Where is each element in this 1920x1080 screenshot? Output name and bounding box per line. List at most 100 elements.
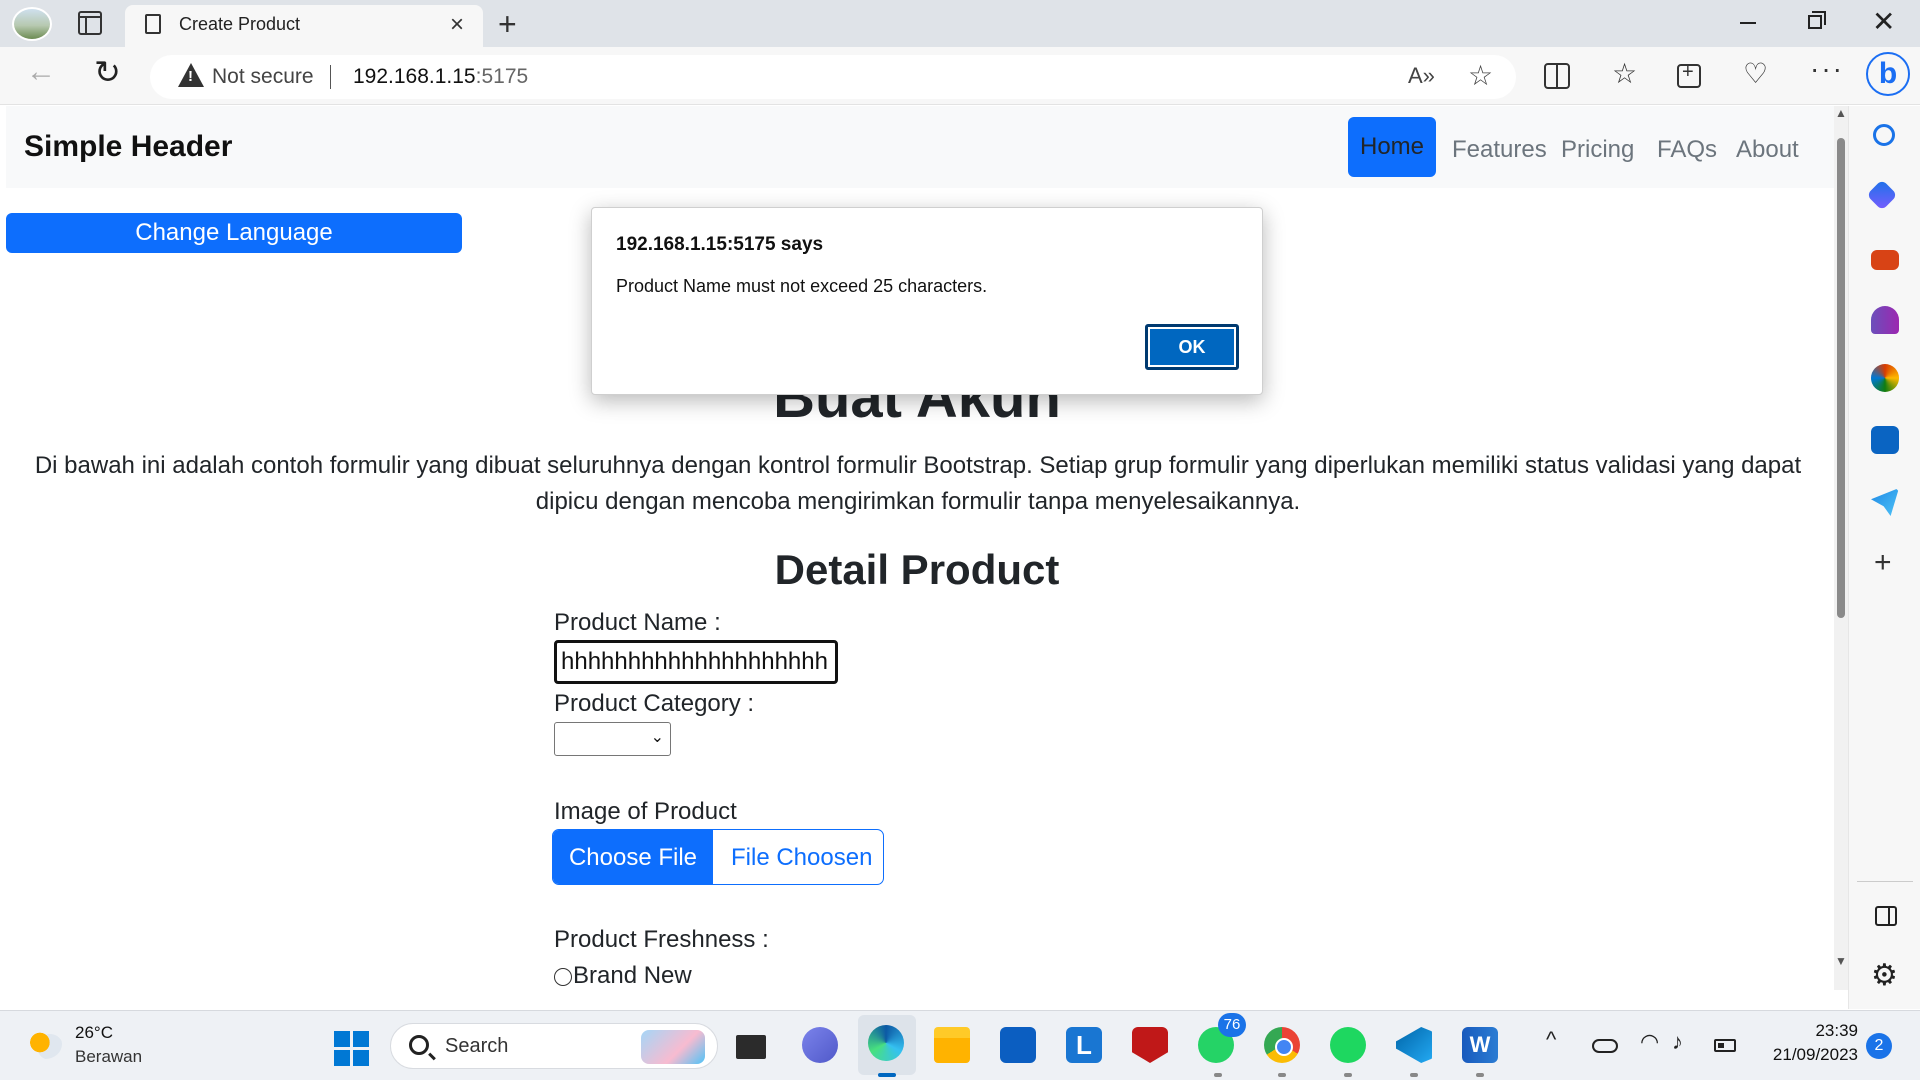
sidebar-tools-icon[interactable] [1871, 250, 1899, 270]
dialog-ok-button[interactable]: OK [1145, 324, 1239, 370]
whatsapp-running-indicator [1214, 1073, 1222, 1077]
url-text[interactable]: 192.168.1.15:5175 [353, 65, 528, 89]
start-icon[interactable] [334, 1031, 370, 1067]
hide-sidebar-icon[interactable] [1875, 906, 1897, 926]
freshness-label: Product Freshness : [554, 926, 769, 953]
restore-icon[interactable] [1808, 11, 1826, 29]
nav-features[interactable]: Features [1452, 136, 1547, 164]
radio-brand-new-label[interactable]: Brand New [573, 962, 692, 990]
whatsapp-badge: 76 [1218, 1013, 1246, 1037]
clock-date[interactable]: 21/09/2023 [1760, 1045, 1858, 1065]
sidebar-settings-icon[interactable]: ⚙ [1871, 958, 1898, 993]
split-screen-icon[interactable] [1544, 63, 1570, 89]
file-status: File Choosen [731, 844, 873, 871]
tab-title: Create Product [179, 14, 301, 34]
sidebar-shopping-icon[interactable] [1866, 179, 1898, 211]
browser-toolbar: ← ↻ Not secure 192.168.1.15:5175 A» ☆ ☆ … [0, 47, 1920, 105]
microsoft-store-icon[interactable] [1000, 1027, 1036, 1063]
back-icon[interactable]: ← [26, 55, 56, 89]
sidebar-search-icon[interactable] [1873, 124, 1895, 146]
edge-running-indicator [878, 1073, 896, 1077]
taskbar: 26°C Berawan Search L 76 W ^ ◠ ♪ 23:39 2… [0, 1010, 1920, 1080]
vscode-running-indicator [1410, 1073, 1418, 1077]
tab-actions-icon[interactable] [78, 11, 102, 35]
vertical-scroll-thumb[interactable] [1837, 138, 1845, 618]
url-port: :5175 [475, 65, 529, 88]
web-page: Simple Header Home Features Pricing FAQs… [0, 106, 1834, 990]
sidebar-office-icon[interactable] [1871, 364, 1899, 392]
nav-faqs[interactable]: FAQs [1657, 136, 1717, 164]
collections-icon[interactable] [1677, 62, 1701, 88]
alert-dialog: 192.168.1.15:5175 says Product Name must… [591, 207, 1263, 395]
battery-icon[interactable] [1714, 1039, 1736, 1052]
l-app-icon[interactable]: L [1066, 1027, 1102, 1063]
nav-home[interactable]: Home [1348, 117, 1436, 177]
address-divider [330, 65, 331, 89]
chevron-down-icon: ⌄ [650, 729, 664, 746]
add-favorite-icon[interactable]: ☆ [1468, 59, 1493, 92]
refresh-icon[interactable]: ↻ [94, 53, 121, 91]
weather-temperature[interactable]: 26°C [75, 1023, 113, 1043]
onedrive-icon[interactable] [1592, 1039, 1618, 1053]
file-input-group[interactable]: Choose File File Choosen [552, 829, 884, 885]
close-tab-icon[interactable]: × [450, 11, 464, 39]
not-secure-label[interactable]: Not secure [212, 65, 314, 89]
more-options-icon[interactable]: ··· [1810, 55, 1844, 83]
browser-tab[interactable]: Create Product × [125, 5, 483, 47]
bing-chat-icon[interactable]: b [1866, 52, 1910, 96]
nav-pricing[interactable]: Pricing [1561, 136, 1634, 164]
change-language-button[interactable]: Change Language [6, 213, 462, 253]
chat-app-icon[interactable] [802, 1027, 838, 1063]
sidebar-add-icon[interactable]: + [1874, 546, 1892, 580]
mcafee-icon[interactable] [1132, 1027, 1168, 1063]
scroll-down-icon[interactable]: ▼ [1835, 954, 1847, 968]
notification-badge[interactable]: 2 [1866, 1033, 1892, 1059]
wifi-icon[interactable]: ◠ [1640, 1029, 1659, 1055]
browser-essentials-icon[interactable]: ♡ [1743, 60, 1768, 88]
sidebar-outlook-icon[interactable] [1871, 426, 1899, 454]
new-tab-icon[interactable]: + [498, 6, 517, 43]
nav-about[interactable]: About [1736, 136, 1799, 164]
edge-browser-icon[interactable] [868, 1025, 904, 1061]
volume-icon[interactable]: ♪ [1672, 1029, 1683, 1055]
site-brand[interactable]: Simple Header [24, 130, 232, 164]
read-aloud-icon[interactable]: A» [1408, 63, 1435, 89]
product-name-input[interactable]: hhhhhhhhhhhhhhhhhhhh [554, 640, 838, 684]
weather-condition[interactable]: Berawan [75, 1047, 142, 1067]
task-view-icon[interactable] [736, 1035, 766, 1059]
site-header: Simple Header Home Features Pricing FAQs… [6, 106, 1834, 188]
file-explorer-icon[interactable] [934, 1027, 970, 1063]
clock-time[interactable]: 23:39 [1806, 1021, 1858, 1041]
word-icon[interactable]: W [1462, 1027, 1498, 1063]
warning-icon[interactable] [178, 63, 204, 87]
product-name-label: Product Name : [554, 609, 721, 636]
spotify-running-indicator [1344, 1073, 1352, 1077]
vertical-scrollbar[interactable]: ▲ ▼ [1834, 106, 1848, 990]
search-placeholder: Search [445, 1035, 509, 1057]
taskbar-search[interactable]: Search [390, 1023, 718, 1069]
url-host: 192.168.1.15 [353, 65, 476, 88]
address-bar[interactable]: Not secure 192.168.1.15:5175 A» ☆ [150, 55, 1516, 99]
favorites-icon[interactable]: ☆ [1612, 60, 1637, 88]
choose-file-button[interactable]: Choose File [553, 830, 713, 884]
spotify-icon[interactable] [1330, 1027, 1366, 1063]
sidebar-send-icon[interactable] [1871, 488, 1899, 516]
chrome-icon[interactable] [1264, 1027, 1300, 1063]
vscode-icon[interactable] [1396, 1027, 1432, 1063]
product-category-select[interactable]: ⌄ [554, 722, 671, 756]
dialog-title: 192.168.1.15:5175 says [616, 234, 824, 255]
word-running-indicator [1476, 1073, 1484, 1077]
minimize-icon[interactable] [1740, 22, 1756, 24]
image-label: Image of Product [554, 798, 737, 825]
close-window-icon[interactable]: ✕ [1872, 5, 1895, 38]
section-title: Detail Product [774, 546, 1060, 593]
weather-icon[interactable] [28, 1029, 62, 1059]
page-description: Di bawah ini adalah contoh formulir yang… [34, 452, 1802, 515]
profile-avatar[interactable] [12, 7, 52, 41]
chevron-up-icon[interactable]: ^ [1546, 1027, 1556, 1053]
scroll-up-icon[interactable]: ▲ [1835, 106, 1847, 120]
sidebar-divider [1857, 881, 1913, 882]
product-category-label: Product Category : [554, 690, 755, 717]
sidebar-games-icon[interactable] [1871, 306, 1899, 334]
radio-brand-new[interactable] [554, 968, 572, 986]
